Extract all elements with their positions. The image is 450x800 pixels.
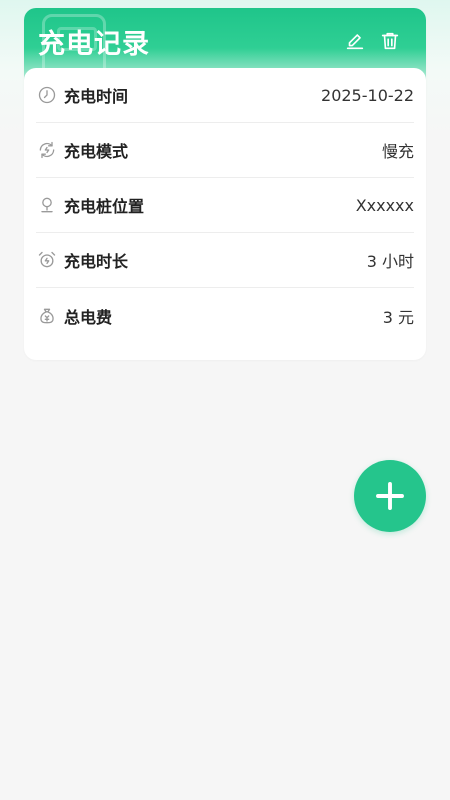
row-charging-duration: 充电时长 3 小时 bbox=[36, 233, 414, 288]
row-label: 总电费 bbox=[64, 307, 113, 327]
row-value: 2025-10-22 bbox=[321, 85, 414, 105]
row-total-cost: 总电费 3 元 bbox=[36, 288, 414, 343]
record-details-list: 充电时间 2025-10-22 充电模式 慢充 充电桩位置 Xxxxxx 充电时… bbox=[24, 68, 426, 343]
row-label: 充电桩位置 bbox=[64, 197, 145, 216]
row-label: 充电模式 bbox=[64, 142, 129, 161]
clock-icon bbox=[36, 84, 58, 106]
pencil-icon bbox=[346, 34, 364, 50]
row-value: 3 小时 bbox=[366, 252, 414, 271]
alarm-clock-icon bbox=[36, 249, 58, 271]
money-bag-icon bbox=[36, 305, 58, 327]
row-value: 慢充 bbox=[381, 142, 414, 161]
row-charger-location: 充电桩位置 Xxxxxx bbox=[36, 178, 414, 233]
row-value: Xxxxxx bbox=[355, 195, 414, 215]
charging-record-card: 充电记录 充电时间 2025-10-22 充电模式 慢充 充电桩位置 Xxxxx… bbox=[24, 8, 426, 360]
edit-button[interactable] bbox=[342, 28, 368, 54]
page-title: 充电记录 bbox=[38, 29, 150, 60]
refresh-icon bbox=[36, 139, 58, 161]
location-pin-icon bbox=[36, 194, 58, 216]
row-value: 3 元 bbox=[382, 307, 414, 327]
add-record-button[interactable] bbox=[354, 460, 426, 532]
plus-icon bbox=[376, 482, 404, 510]
row-label: 充电时间 bbox=[64, 87, 129, 106]
row-charging-mode: 充电模式 慢充 bbox=[36, 123, 414, 178]
trash-icon bbox=[381, 32, 399, 50]
row-label: 充电时长 bbox=[64, 252, 129, 271]
delete-button[interactable] bbox=[377, 28, 403, 54]
row-charging-time: 充电时间 2025-10-22 bbox=[36, 68, 414, 123]
